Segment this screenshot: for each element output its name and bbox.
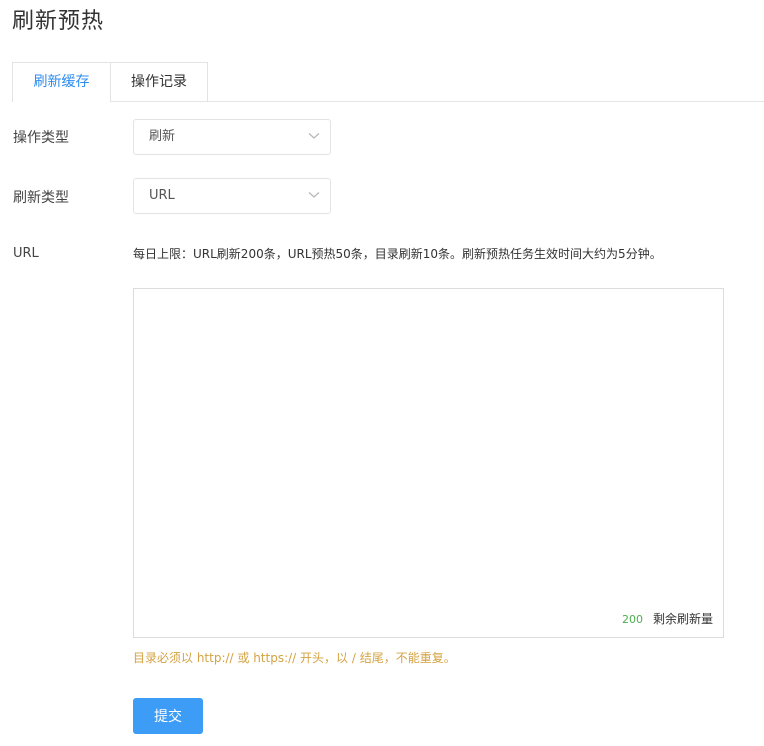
tab-refresh-cache[interactable]: 刷新缓存: [12, 62, 111, 102]
remaining-counter: 200 剩余刷新量: [622, 610, 713, 627]
operation-type-select[interactable]: 刷新: [133, 119, 331, 155]
operation-type-label: 操作类型: [13, 130, 69, 146]
tab-operation-log[interactable]: 操作记录: [110, 62, 208, 101]
url-textarea[interactable]: [134, 289, 723, 609]
url-textarea-container: 200 剩余刷新量: [133, 288, 724, 638]
refresh-type-label: 刷新类型: [13, 190, 69, 206]
refresh-type-value: URL: [149, 188, 175, 203]
operation-type-value: 刷新: [149, 129, 176, 144]
tab-bar: 刷新缓存 操作记录: [12, 62, 764, 102]
url-limit-hint: 每日上限：URL刷新200条，URL预热50条，目录刷新10条。刷新预热任务生效…: [133, 247, 662, 261]
chevron-down-icon: [308, 133, 320, 139]
chevron-down-icon: [308, 192, 320, 198]
submit-button[interactable]: 提交: [133, 698, 203, 734]
url-label: URL: [13, 246, 39, 261]
tab-bar-divider: [12, 101, 764, 102]
remaining-label: 剩余刷新量: [652, 612, 713, 626]
refresh-type-select[interactable]: URL: [133, 178, 331, 214]
remaining-count: 200: [621, 613, 643, 626]
refresh-preheat-page: 刷新预热 刷新缓存 操作记录 操作类型 刷新 刷新类型 URL URL 每日上限…: [0, 0, 764, 746]
page-title: 刷新预热: [12, 9, 105, 34]
url-format-warning: 目录必须以 http:// 或 https:// 开头，以 / 结尾，不能重复。: [133, 651, 456, 665]
